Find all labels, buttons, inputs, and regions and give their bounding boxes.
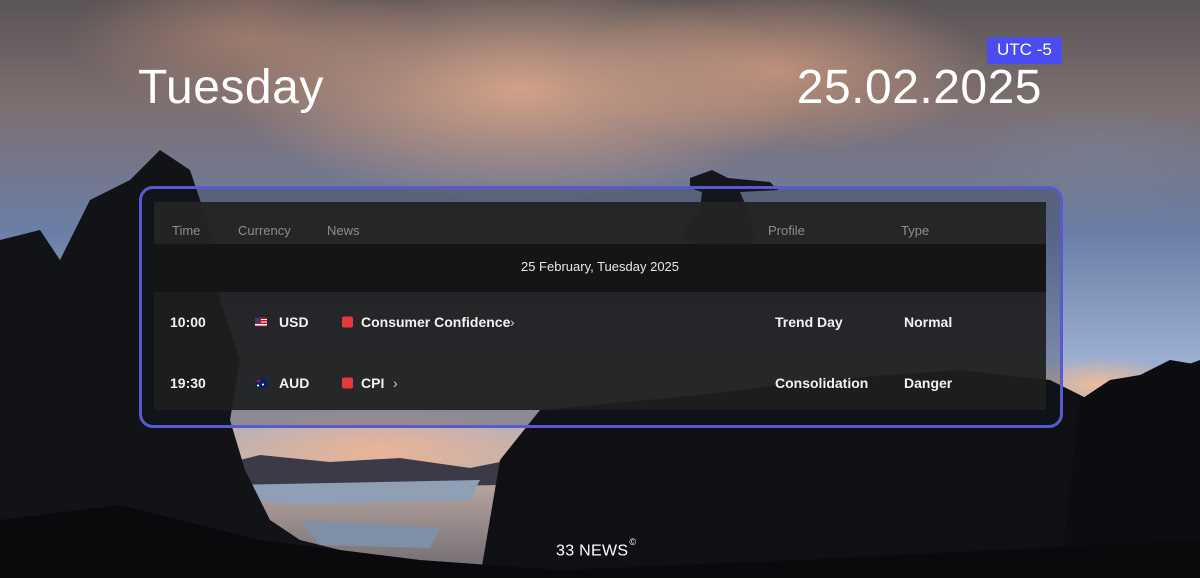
event-profile: Consolidation [775, 375, 869, 391]
chevron-right-icon[interactable]: › [393, 375, 398, 391]
us-flag-icon [255, 317, 267, 327]
table-row[interactable]: 19:30 AUD CPI › Consolidation Danger [154, 353, 1046, 413]
au-flag-icon [255, 378, 267, 388]
weekday-title: Tuesday [138, 61, 324, 114]
date-title: 25.02.2025 [796, 61, 1042, 114]
column-header-profile: Profile [768, 223, 805, 238]
event-time: 19:30 [170, 375, 206, 391]
table-row[interactable]: 10:00 USD Consumer Confidence › Trend Da… [154, 292, 1046, 352]
event-type: Normal [904, 314, 953, 330]
copyright-mark: © [629, 537, 637, 547]
column-header-currency: Currency [238, 223, 291, 238]
event-news-link[interactable]: CPI [361, 375, 384, 391]
column-header-type: Type [901, 223, 930, 238]
timezone-badge: UTC -5 [987, 37, 1062, 64]
column-header-news: News [327, 223, 360, 238]
event-news-link[interactable]: Consumer Confidence [361, 314, 510, 330]
column-header-time: Time [172, 223, 201, 238]
table-header: Time Currency News Profile Type [154, 202, 1046, 244]
high-impact-icon [342, 377, 353, 389]
high-impact-icon [342, 316, 353, 328]
event-currency: USD [279, 314, 309, 330]
event-profile: Trend Day [775, 314, 843, 330]
brand-footer: 33 NEWS© [556, 537, 636, 560]
event-type: Danger [904, 375, 953, 391]
brand-name: 33 NEWS [556, 542, 629, 560]
event-currency: AUD [279, 375, 310, 391]
day-group-header: 25 February, Tuesday 2025 [154, 244, 1046, 292]
economic-calendar-table: Time Currency News Profile Type 25 Febru… [154, 202, 1046, 410]
event-time: 10:00 [170, 314, 206, 330]
chevron-right-icon[interactable]: › [510, 314, 515, 330]
